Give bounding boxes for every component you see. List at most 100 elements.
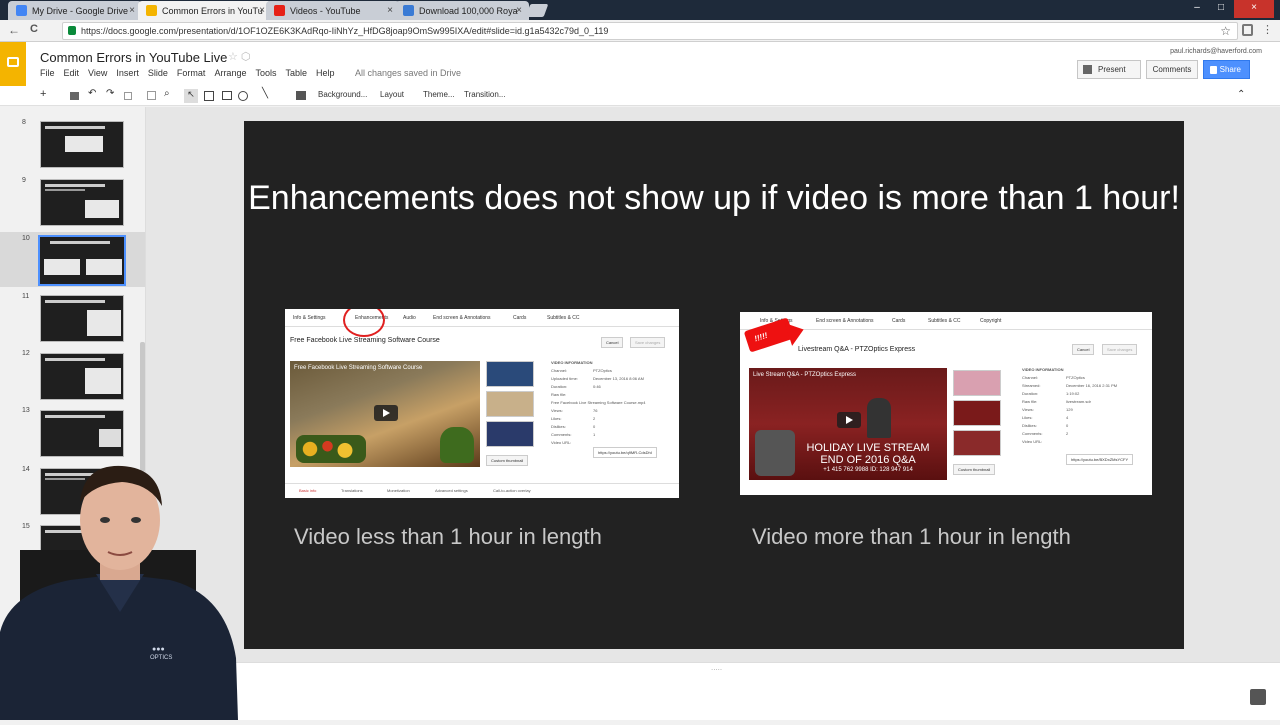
red-circle-annotation xyxy=(343,309,385,337)
video-player: Free Facebook Live Streaming Software Co… xyxy=(290,361,480,467)
reload-button[interactable]: C xyxy=(30,23,38,35)
close-tab-icon[interactable]: × xyxy=(259,5,265,16)
slide-thumbnail-13[interactable] xyxy=(40,410,124,457)
back-button[interactable]: ← xyxy=(8,23,20,37)
info-label: Dislikes: xyxy=(1022,423,1037,428)
close-tab-icon[interactable]: × xyxy=(387,5,393,16)
holiday-banner: HOLIDAY LIVE STREAM END OF 2016 Q&A +1 4… xyxy=(793,442,943,474)
comment-icon[interactable] xyxy=(296,91,306,100)
info-value: 2 xyxy=(1066,431,1069,436)
save-changes-button: Save changes xyxy=(1102,344,1138,355)
webcam-overlay: ●●● OPTICS xyxy=(0,462,238,720)
left-screenshot[interactable]: Info & Settings Enhancements Audio End s… xyxy=(285,309,679,498)
info-label: Views: xyxy=(551,408,563,413)
slide-thumbnail-10[interactable] xyxy=(38,235,126,286)
banner-line: +1 415 762 9988 ID: 128 947 914 xyxy=(823,467,913,473)
menu-view[interactable]: View xyxy=(88,68,107,78)
share-button[interactable]: Share xyxy=(1203,60,1250,79)
notes-resize-handle[interactable]: ..... xyxy=(711,663,722,672)
close-tab-icon[interactable]: × xyxy=(129,5,135,16)
right-eye xyxy=(131,517,141,523)
bookmark-star-icon[interactable]: ☆ xyxy=(1220,23,1231,39)
slide-number: 8 xyxy=(22,119,26,126)
url-input[interactable]: https://docs.google.com/presentation/d/1… xyxy=(62,22,1238,40)
info-value: livestream.sdr xyxy=(1066,399,1091,404)
filmstrip-scrollbar[interactable] xyxy=(140,342,145,472)
menu-insert[interactable]: Insert xyxy=(116,68,139,78)
browser-tab-slides[interactable]: Common Errors in YouTu × xyxy=(138,1,272,20)
right-caption: Video more than 1 hour in length xyxy=(752,524,1071,549)
mini-tab: Cards xyxy=(892,318,906,324)
thumb-image xyxy=(99,429,121,447)
menu-tools[interactable]: Tools xyxy=(255,68,276,78)
info-label: Video URL: xyxy=(551,440,572,445)
current-slide[interactable]: Enhancements does not show up if video i… xyxy=(244,121,1184,649)
transition-button[interactable]: Transition... xyxy=(464,90,506,99)
slides-logo[interactable] xyxy=(0,42,26,86)
menu-format[interactable]: Format xyxy=(177,68,206,78)
fruit-bowl xyxy=(296,435,366,463)
close-tab-icon[interactable]: × xyxy=(516,5,522,16)
menu-arrange[interactable]: Arrange xyxy=(214,68,246,78)
info-value: 0 xyxy=(593,424,596,429)
slide-number: 9 xyxy=(22,177,26,184)
vegetables xyxy=(440,427,474,463)
print-icon[interactable] xyxy=(70,92,79,100)
slide-thumbnail-12[interactable] xyxy=(40,353,124,400)
slide-thumbnail-9[interactable] xyxy=(40,179,124,226)
user-email[interactable]: paul.richards@haverford.com xyxy=(1170,48,1262,55)
thumb-image-left xyxy=(44,259,80,275)
info-label: Duration: xyxy=(1022,391,1039,396)
star-folder-icons[interactable]: ☆ ⬡ xyxy=(228,50,251,63)
comments-button[interactable]: Comments xyxy=(1146,60,1198,79)
slide-title[interactable]: Enhancements does not show up if video i… xyxy=(244,176,1184,220)
menu-file[interactable]: File xyxy=(40,68,55,78)
maximize-button[interactable]: □ xyxy=(1210,0,1232,18)
info-value: 1 xyxy=(593,432,596,437)
explore-icon[interactable] xyxy=(1250,689,1266,705)
document-title[interactable]: Common Errors in YouTube Live xyxy=(40,50,227,65)
speaker-notes[interactable]: ..... xyxy=(146,662,1280,720)
right-screenshot[interactable]: Info & Settings End screen & Annotations… xyxy=(740,312,1152,495)
mini-tab: Subtitles & CC xyxy=(547,315,580,321)
paint-format-icon[interactable] xyxy=(124,92,132,100)
theme-button[interactable]: Theme... xyxy=(423,90,455,99)
zoom-icon[interactable]: ⌕ xyxy=(164,88,170,99)
video-url-field: https://youtu.be/BXDxZMsYCFY xyxy=(1066,454,1134,465)
slide-thumbnail-8[interactable] xyxy=(40,121,124,168)
image-icon[interactable] xyxy=(222,91,232,100)
play-button-icon xyxy=(374,405,398,421)
menu-icon[interactable]: ⋮ xyxy=(1262,23,1273,36)
menu-table[interactable]: Table xyxy=(285,68,307,78)
custom-thumbnail-button: Custom thumbnail xyxy=(486,455,529,466)
collapse-toolbar-icon[interactable]: ⌃ xyxy=(1237,89,1245,100)
video-info-values: PTZOptics December 13, 2016 8:06 AM 0:46… xyxy=(551,367,646,439)
browser-tab-youtube[interactable]: Videos - YouTube × xyxy=(266,1,400,20)
minimize-button[interactable]: – xyxy=(1186,0,1208,18)
background-button[interactable]: Background... xyxy=(318,90,367,99)
mini-tab: End screen & Annotations xyxy=(433,315,491,321)
zoom-fit-icon[interactable] xyxy=(147,91,156,100)
menu-help[interactable]: Help xyxy=(316,68,335,78)
new-slide-button[interactable]: + xyxy=(40,88,46,100)
present-button[interactable]: Present xyxy=(1077,60,1141,79)
line-icon[interactable]: ╲ xyxy=(262,88,268,99)
shape-icon[interactable] xyxy=(238,91,248,101)
slide-number: 13 xyxy=(22,407,30,414)
slide-thumbnail-11[interactable] xyxy=(40,295,124,342)
new-tab-button[interactable] xyxy=(525,4,549,17)
save-status: All changes saved in Drive xyxy=(355,68,462,78)
menu-slide[interactable]: Slide xyxy=(148,68,168,78)
close-window-button[interactable]: × xyxy=(1234,0,1274,18)
redo-icon[interactable]: ↷ xyxy=(106,88,114,99)
undo-icon[interactable]: ↶ xyxy=(88,88,96,99)
presenter xyxy=(867,398,891,438)
layout-button[interactable]: Layout xyxy=(380,90,404,99)
browser-tab-download[interactable]: Download 100,000 Roya × xyxy=(395,1,529,20)
mini-tab: End screen & Annotations xyxy=(816,318,874,324)
extension-icon[interactable] xyxy=(1242,24,1253,36)
menu-edit[interactable]: Edit xyxy=(64,68,80,78)
select-cursor-icon[interactable]: ↖ xyxy=(184,89,198,103)
browser-tab-google-drive[interactable]: My Drive - Google Drive × xyxy=(8,1,142,20)
textbox-icon[interactable] xyxy=(204,91,214,101)
